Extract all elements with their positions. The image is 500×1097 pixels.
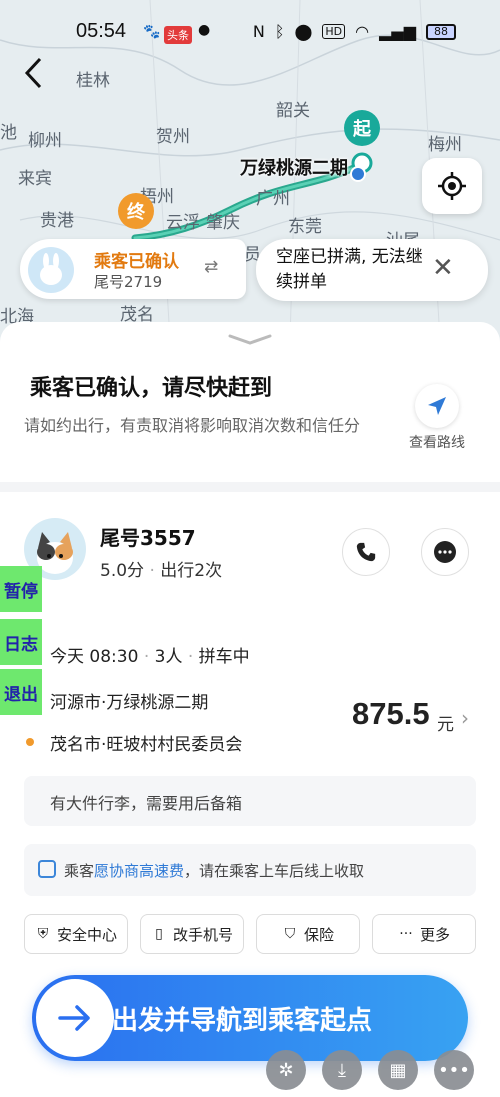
trip-destination: 茂名市·旺坡村村民委员会 xyxy=(50,735,243,755)
start-pin: 起 xyxy=(344,110,380,146)
start-navigation-button[interactable]: 出发并导航到乘客起点 xyxy=(32,975,468,1061)
map-label: 广州 xyxy=(256,189,290,209)
fee-icon xyxy=(38,860,56,878)
passenger-tail: 尾号2719 xyxy=(94,273,163,291)
trip-count: 出行2次 xyxy=(160,561,223,581)
map-label: 池 xyxy=(0,123,17,143)
download-icon[interactable]: ⤓ xyxy=(322,1050,362,1090)
arrow-right-icon xyxy=(36,979,114,1057)
chat-icon xyxy=(434,541,456,563)
sheet-header: 乘客已确认，请尽快赶到 请如约出行，有责取消将影响取消次数和信任分 查看路线 xyxy=(0,322,500,482)
nfc-icon: N xyxy=(252,22,265,41)
end-pin: 终 xyxy=(118,193,154,229)
start-navigation-label: 出发并导航到乘客起点 xyxy=(112,1006,373,1036)
map-label: 贵港 xyxy=(40,211,74,231)
shield-icon: ⛨ xyxy=(37,926,49,942)
safety-center-button[interactable]: ⛨ 安全中心 xyxy=(24,914,128,954)
close-icon[interactable]: ✕ xyxy=(432,253,454,283)
page-title: 乘客已确认，请尽快赶到 xyxy=(30,376,273,401)
map-label: 梅州 xyxy=(428,135,462,155)
pinwheel-icon[interactable]: ✲ xyxy=(266,1050,306,1090)
toll-fee-notice: 乘客愿协商高速费，请在乘客上车后线上收取 xyxy=(24,844,476,896)
passenger-tail-number: 尾号3557 xyxy=(100,526,196,550)
route-icon-wrap xyxy=(415,384,459,428)
message-button[interactable] xyxy=(421,528,469,576)
toast: 空座已拼满, 无法继续拼单 ✕ xyxy=(256,239,488,301)
avatar xyxy=(28,247,74,293)
phone-device-icon: ▯ xyxy=(155,926,163,942)
bluetooth-icon: ᛒ xyxy=(274,22,285,41)
trip-seats: 3人 xyxy=(154,647,183,667)
map-label: 东莞 xyxy=(288,217,322,237)
log-button[interactable]: 日志 xyxy=(0,619,42,665)
map-label: 柳州 xyxy=(28,131,62,151)
fee-text: 乘客愿协商高速费，请在乘客上车后线上收取 xyxy=(64,860,364,881)
locate-button[interactable] xyxy=(422,158,482,214)
chevron-right-icon[interactable]: › xyxy=(461,706,469,730)
chip-label: 改手机号 xyxy=(172,925,233,944)
paw-icon: 🐾 xyxy=(143,24,161,40)
back-button[interactable] xyxy=(22,56,52,92)
passenger-tag[interactable]: 乘客已确认 尾号2719 ⇄ xyxy=(20,239,246,299)
status-icons: N ᛒ ⬤ HD ◠ ▂▄▆ 88 xyxy=(253,22,456,41)
drag-handle-icon[interactable] xyxy=(226,332,274,346)
more-icon: ··· xyxy=(399,926,413,942)
swap-icon: ⇄ xyxy=(204,257,219,277)
bottom-sheet: 乘客已确认，请尽快赶到 请如约出行，有责取消将影响取消次数和信任分 查看路线 尾… xyxy=(0,322,500,1097)
change-phone-button[interactable]: ▯ 改手机号 xyxy=(140,914,244,954)
map-label: 来宾 xyxy=(18,169,52,189)
rating-value: 5.0分 xyxy=(100,561,145,581)
trip-price[interactable]: 875.5 xyxy=(352,696,430,732)
navigation-icon xyxy=(428,397,446,415)
map-label: 肇庆 xyxy=(206,213,240,233)
insurance-button[interactable]: ⛉ 保险 xyxy=(256,914,360,954)
order-card: 尾号3557 5.0分 · 出行2次 今天 08:30 · 3人 · 拼车中 河… xyxy=(0,492,500,1097)
battery-icon: 88 xyxy=(426,23,456,40)
destination-dot xyxy=(26,738,34,746)
trip-summary: 今天 08:30 · 3人 · 拼车中 xyxy=(50,647,250,667)
map-label: 云浮 xyxy=(166,213,200,233)
view-route-label: 查看路线 xyxy=(409,435,465,451)
passenger-rating: 5.0分 · 出行2次 xyxy=(100,561,223,581)
exit-button[interactable]: 退出 xyxy=(0,669,42,715)
origin-label: 万绿桃源二期 xyxy=(240,158,348,179)
more-icon[interactable]: ••• xyxy=(434,1050,474,1090)
hd-icon: HD xyxy=(322,24,346,39)
pause-button[interactable]: 暂停 xyxy=(0,566,42,612)
toast-message: 空座已拼满, 无法继续拼单 xyxy=(276,247,423,292)
status-time: 05:54 xyxy=(76,20,127,42)
passenger-note: 有大件行李，需要用后备箱 xyxy=(24,776,476,826)
shield-check-icon: ⛉ xyxy=(284,926,296,942)
news-badge: 头条 xyxy=(164,26,192,44)
phone-icon xyxy=(356,542,376,562)
price-unit: 元 xyxy=(437,715,454,735)
signal-icon: ▂▄▆ xyxy=(379,22,416,41)
passenger-status: 乘客已确认 xyxy=(94,252,179,272)
map-label: 贺州 xyxy=(156,127,190,147)
trip-mode: 拼车中 xyxy=(198,647,250,667)
grid-icon[interactable]: ▦ xyxy=(378,1050,418,1090)
action-chips: ⛨ 安全中心 ▯ 改手机号 ⛉ 保险 ··· 更多 xyxy=(24,914,476,954)
wifi-icon: ◠ xyxy=(355,22,370,41)
view-route-button[interactable]: 查看路线 xyxy=(404,384,470,452)
more-button[interactable]: ··· 更多 xyxy=(372,914,476,954)
map-label: 桂林 xyxy=(76,71,110,91)
status-bar: 05:54 🐾 头条 ● N ᛒ ⬤ HD ◠ ▂▄▆ 88 xyxy=(0,0,500,64)
chevron-left-icon xyxy=(24,57,42,89)
call-button[interactable] xyxy=(342,528,390,576)
page-subtitle: 请如约出行，有责取消将影响取消次数和信任分 xyxy=(24,416,361,435)
trip-time: 今天 08:30 xyxy=(50,647,139,667)
map-label: 韶关 xyxy=(276,101,310,121)
trip-origin: 河源市·万绿桃源二期 xyxy=(50,693,209,713)
chip-label: 更多 xyxy=(419,925,450,944)
fee-highlight[interactable]: 愿协商高速费 xyxy=(94,862,184,880)
location-icon: ⬤ xyxy=(294,22,313,41)
crosshair-icon xyxy=(438,172,466,200)
fee-prefix: 乘客 xyxy=(64,862,95,880)
chip-label: 保险 xyxy=(303,925,334,944)
dot-icon: ● xyxy=(198,22,211,38)
chip-label: 安全中心 xyxy=(56,925,117,944)
note-text: 有大件行李，需要用后备箱 xyxy=(50,794,243,813)
fee-suffix: ，请在乘客上车后线上收取 xyxy=(184,862,365,880)
